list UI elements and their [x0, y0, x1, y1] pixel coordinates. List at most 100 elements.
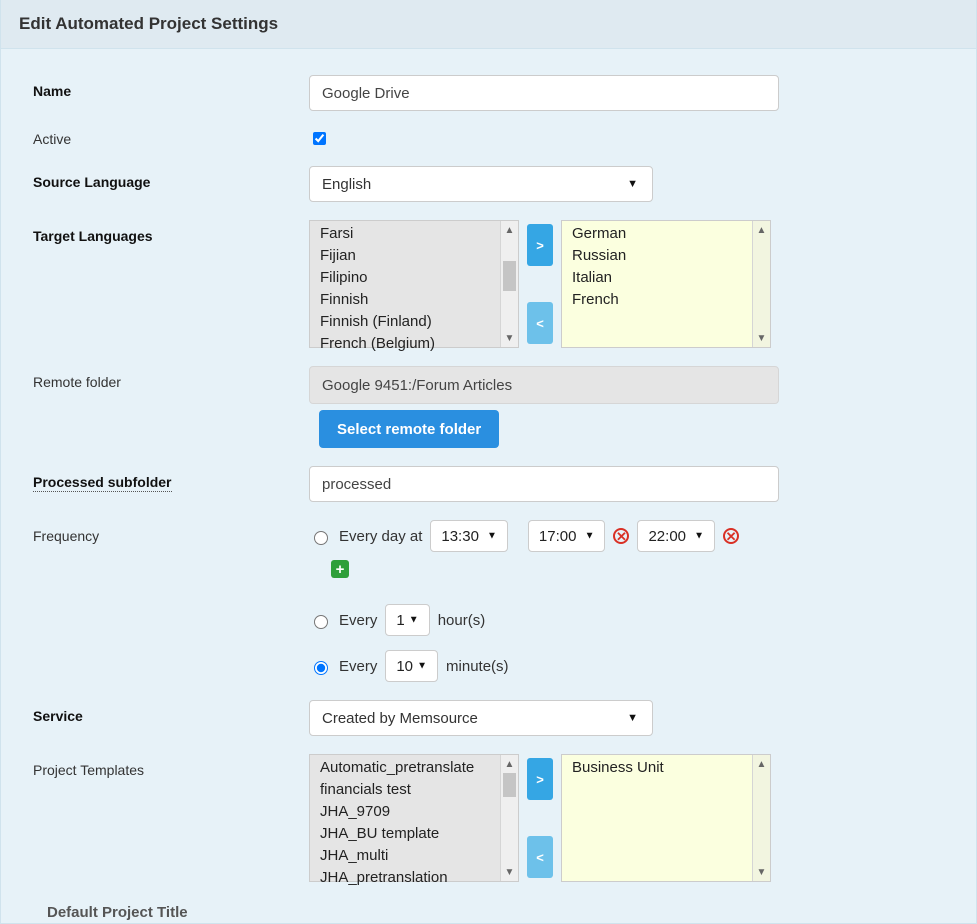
time-select-1[interactable]: 13:30 ▼	[430, 520, 508, 552]
source-language-select[interactable]: English ▼	[309, 166, 653, 202]
project-templates-selected[interactable]: Business Unit ▲ ▼	[561, 754, 771, 882]
scroll-thumb[interactable]	[503, 773, 516, 797]
chevron-down-icon: ▼	[417, 661, 427, 672]
chevron-down-icon: ▼	[585, 531, 595, 542]
panel-title: Edit Automated Project Settings	[1, 0, 976, 49]
time-select-2[interactable]: 17:00 ▼	[528, 520, 606, 552]
label-target-languages: Target Languages	[33, 220, 309, 244]
chevron-down-icon: ▼	[487, 531, 497, 542]
name-input[interactable]	[309, 75, 779, 111]
scrollbar[interactable]: ▲ ▼	[500, 221, 518, 347]
row-target-languages: Target Languages Farsi Fijian Filipino F…	[33, 220, 958, 348]
list-item[interactable]: financials test	[310, 779, 518, 801]
minutes-suffix: minute(s)	[446, 658, 509, 675]
add-time-icon[interactable]: +	[331, 560, 349, 578]
dual-list-buttons: > <	[527, 754, 553, 882]
dual-list-buttons: > <	[527, 220, 553, 348]
label-remote-folder: Remote folder	[33, 366, 309, 390]
row-frequency: Frequency Every day at 13:30 ▼ 17:00 ▼ ✕	[33, 520, 958, 682]
list-item[interactable]: Finnish (Finland)	[310, 311, 518, 333]
list-item[interactable]: French	[562, 289, 770, 311]
list-item[interactable]: Business Unit	[562, 757, 770, 779]
service-select[interactable]: Created by Memsource ▼	[309, 700, 653, 736]
scroll-thumb[interactable]	[503, 261, 516, 291]
scroll-down-icon[interactable]: ▼	[501, 863, 518, 881]
scroll-down-icon[interactable]: ▼	[753, 863, 770, 881]
scroll-up-icon[interactable]: ▲	[753, 755, 770, 773]
frequency-add-time-row: +	[331, 560, 349, 578]
frequency-hours-row: Every 1 ▼ hour(s)	[309, 604, 485, 636]
frequency-minutes-label: Every	[339, 658, 377, 675]
label-default-project-title: Default Project Title	[33, 904, 958, 921]
move-left-button[interactable]: <	[527, 302, 553, 344]
list-item[interactable]: Italian	[562, 267, 770, 289]
list-item[interactable]: Russian	[562, 245, 770, 267]
remove-time-icon[interactable]: ✕	[613, 528, 629, 544]
frequency-minutes-radio[interactable]	[314, 661, 328, 675]
label-service: Service	[33, 700, 309, 724]
list-item[interactable]: JHA_9709	[310, 801, 518, 823]
frequency-daily-row: Every day at 13:30 ▼ 17:00 ▼ ✕ 22:00 ▼	[309, 520, 739, 552]
move-right-button[interactable]: >	[527, 224, 553, 266]
row-name: Name	[33, 75, 958, 111]
chevron-down-icon: ▼	[627, 178, 638, 190]
remote-folder-field: Google 9451:/Forum Articles	[309, 366, 779, 404]
list-item[interactable]: Filipino	[310, 267, 518, 289]
scroll-up-icon[interactable]: ▲	[501, 755, 518, 773]
label-frequency: Frequency	[33, 520, 309, 544]
scroll-up-icon[interactable]: ▲	[753, 221, 770, 239]
list-item[interactable]: JHA_BU template	[310, 823, 518, 845]
frequency-hours-label: Every	[339, 612, 377, 629]
select-remote-folder-button[interactable]: Select remote folder	[319, 410, 499, 448]
row-active: Active	[33, 129, 958, 148]
list-item[interactable]: Automatic_pretranslate	[310, 757, 518, 779]
hours-value-select[interactable]: 1 ▼	[385, 604, 429, 636]
list-item[interactable]: JHA_multi	[310, 845, 518, 867]
row-source-language: Source Language English ▼	[33, 166, 958, 202]
list-item[interactable]: Farsi	[310, 223, 518, 245]
label-name: Name	[33, 75, 309, 99]
frequency-hours-radio[interactable]	[314, 615, 328, 629]
scrollbar[interactable]: ▲ ▼	[752, 755, 770, 881]
frequency-daily-label: Every day at	[339, 528, 422, 545]
label-source-language: Source Language	[33, 166, 309, 190]
row-remote-folder: Remote folder Google 9451:/Forum Article…	[33, 366, 958, 448]
remove-time-icon[interactable]: ✕	[723, 528, 739, 544]
scroll-down-icon[interactable]: ▼	[501, 329, 518, 347]
move-left-button[interactable]: <	[527, 836, 553, 878]
chevron-down-icon: ▼	[694, 531, 704, 542]
target-languages-dual-list: Farsi Fijian Filipino Finnish Finnish (F…	[309, 220, 771, 348]
label-active: Active	[33, 129, 309, 147]
time-select-3[interactable]: 22:00 ▼	[637, 520, 715, 552]
minutes-value-select[interactable]: 10 ▼	[385, 650, 438, 682]
active-checkbox[interactable]	[313, 132, 326, 145]
project-templates-dual-list: Automatic_pretranslate financials test J…	[309, 754, 771, 882]
scrollbar[interactable]: ▲ ▼	[752, 221, 770, 347]
processed-subfolder-input[interactable]	[309, 466, 779, 502]
source-language-value: English	[322, 176, 371, 193]
frequency-daily-radio[interactable]	[314, 531, 328, 545]
hours-suffix: hour(s)	[438, 612, 486, 629]
list-item[interactable]: French (Belgium)	[310, 333, 518, 355]
service-value: Created by Memsource	[322, 710, 478, 727]
label-project-templates: Project Templates	[33, 754, 309, 778]
row-project-templates: Project Templates Automatic_pretranslate…	[33, 754, 958, 882]
scroll-down-icon[interactable]: ▼	[753, 329, 770, 347]
move-right-button[interactable]: >	[527, 758, 553, 800]
label-processed-subfolder: Processed subfolder	[33, 466, 309, 490]
scrollbar[interactable]: ▲ ▼	[500, 755, 518, 881]
list-item[interactable]: JHA_pretranslation	[310, 867, 518, 889]
list-item[interactable]: German	[562, 223, 770, 245]
frequency-minutes-row: Every 10 ▼ minute(s)	[309, 650, 509, 682]
target-languages-available[interactable]: Farsi Fijian Filipino Finnish Finnish (F…	[309, 220, 519, 348]
target-languages-selected[interactable]: German Russian Italian French ▲ ▼	[561, 220, 771, 348]
scroll-up-icon[interactable]: ▲	[501, 221, 518, 239]
chevron-down-icon: ▼	[409, 615, 419, 626]
row-service: Service Created by Memsource ▼	[33, 700, 958, 736]
row-processed-subfolder: Processed subfolder	[33, 466, 958, 502]
list-item[interactable]: Finnish	[310, 289, 518, 311]
list-item[interactable]: Fijian	[310, 245, 518, 267]
project-templates-available[interactable]: Automatic_pretranslate financials test J…	[309, 754, 519, 882]
chevron-down-icon: ▼	[627, 712, 638, 724]
settings-panel: Edit Automated Project Settings Name Act…	[0, 0, 977, 924]
